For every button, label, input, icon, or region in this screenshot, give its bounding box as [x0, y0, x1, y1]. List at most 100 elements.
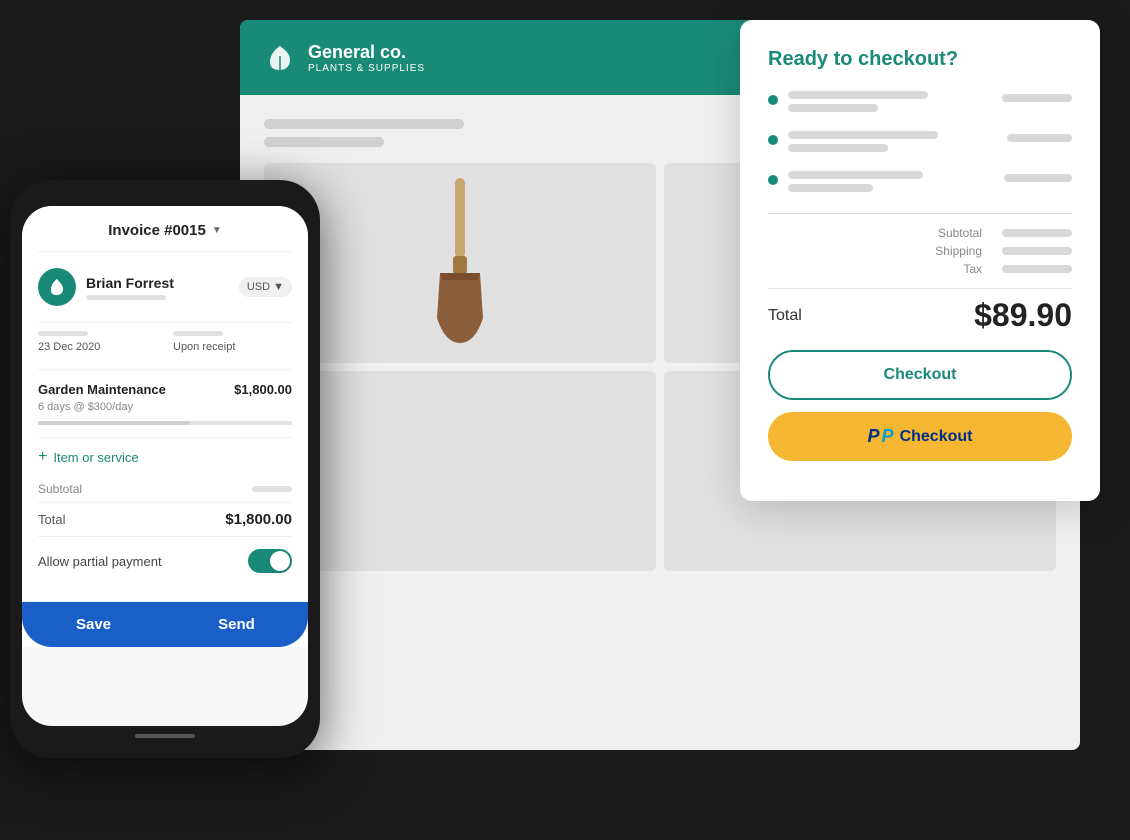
shipping-row: Shipping	[768, 244, 1072, 258]
client-info: Brian Forrest	[38, 268, 174, 306]
item-desc: 6 days @ $300/day	[38, 401, 292, 413]
home-indicator	[135, 734, 195, 738]
item-line-price-1	[1002, 94, 1072, 102]
item-progress-bar	[38, 421, 292, 425]
company-info: General co. PLANTS & SUPPLIES	[308, 42, 425, 74]
item-line-main-1	[788, 91, 928, 99]
item-row-2	[788, 131, 1072, 144]
tax-label: Tax	[963, 262, 982, 276]
invoice-header: Invoice #0015 ▼	[38, 222, 292, 252]
subtotal-invoice-bar	[252, 486, 292, 492]
subtotal-row: Subtotal	[768, 226, 1072, 240]
checkout-item-2	[768, 131, 1072, 157]
currency-label: USD	[247, 281, 270, 293]
product-cell-3	[264, 371, 656, 571]
item-lines-2	[788, 131, 1072, 157]
add-icon: +	[38, 448, 47, 466]
item-dot-3	[768, 175, 778, 185]
checkout-summary: Subtotal Shipping Tax	[768, 213, 1072, 276]
currency-badge[interactable]: USD ▼	[239, 277, 292, 297]
add-item-row[interactable]: + Item or service	[38, 437, 292, 476]
checkout-item-1	[768, 91, 1072, 117]
checkout-item-3	[768, 171, 1072, 197]
invoice-date: 23 Dec 2020	[38, 341, 157, 353]
invoice-screen: Invoice #0015 ▼ Brian Forrest	[22, 206, 308, 601]
phone-mockup: Invoice #0015 ▼ Brian Forrest	[10, 180, 320, 758]
checkout-modal: Ready to checkout?	[740, 20, 1100, 501]
content-line-2	[264, 137, 384, 147]
subtotal-invoice-label: Subtotal	[38, 482, 82, 496]
partial-payment-toggle[interactable]	[248, 549, 292, 573]
phone-notch-area	[22, 192, 308, 206]
checkout-title: Ready to checkout?	[768, 48, 1072, 71]
shipping-value	[1002, 247, 1072, 255]
item-line-sub-3	[788, 184, 873, 192]
payment-terms-field: Upon receipt	[173, 331, 292, 353]
paypal-checkout-button[interactable]: PP Checkout	[768, 412, 1072, 461]
invoice-title: Invoice #0015	[108, 222, 206, 239]
paypal-logo: PP	[868, 426, 894, 447]
total-amount: $89.90	[974, 297, 1072, 334]
tax-value	[1002, 265, 1072, 273]
total-invoice-row: Total $1,800.00	[38, 502, 292, 536]
total-invoice-amount: $1,800.00	[225, 511, 292, 528]
item-line-main-2	[788, 131, 938, 139]
company-subtitle: PLANTS & SUPPLIES	[308, 63, 425, 74]
item-progress-fill	[38, 421, 190, 425]
invoice-chevron-icon: ▼	[212, 225, 222, 236]
logo-icon	[264, 42, 296, 74]
toggle-thumb	[270, 551, 290, 571]
item-row-3	[788, 171, 1072, 184]
client-row: Brian Forrest USD ▼	[38, 268, 292, 306]
date-row: 23 Dec 2020 Upon receipt	[38, 322, 292, 353]
client-avatar	[38, 268, 76, 306]
shipping-label: Shipping	[935, 244, 982, 258]
partial-payment-label: Allow partial payment	[38, 554, 162, 569]
currency-chevron-icon: ▼	[273, 281, 284, 293]
date-label-bar	[38, 331, 88, 336]
avatar-leaf-icon	[47, 277, 67, 297]
paypal-p2: P	[882, 426, 894, 447]
paypal-p1: P	[868, 426, 880, 447]
item-row-1	[788, 91, 1072, 104]
item-line-price-3	[1004, 174, 1072, 182]
item-lines-1	[788, 91, 1072, 117]
total-label: Total	[768, 307, 802, 325]
shovel-image	[425, 178, 495, 348]
partial-payment-row: Allow partial payment	[38, 536, 292, 585]
content-line-1	[264, 119, 464, 129]
save-button[interactable]: Save	[22, 602, 165, 647]
date-field: 23 Dec 2020	[38, 331, 157, 353]
total-row: Total $89.90	[768, 288, 1072, 350]
subtotal-label: Subtotal	[938, 226, 982, 240]
payment-terms: Upon receipt	[173, 341, 292, 353]
item-name: Garden Maintenance	[38, 382, 166, 397]
tax-row: Tax	[768, 262, 1072, 276]
checkout-button[interactable]: Checkout	[768, 350, 1072, 400]
subtotal-invoice-row: Subtotal	[38, 476, 292, 502]
add-item-label: Item or service	[53, 450, 138, 465]
product-cell-shovel	[264, 163, 656, 363]
payment-label-bar	[173, 331, 223, 336]
item-line-main-3	[788, 171, 923, 179]
client-name: Brian Forrest	[86, 275, 174, 291]
item-line-sub-1	[788, 104, 878, 112]
item-dot-2	[768, 135, 778, 145]
item-top-row: Garden Maintenance $1,800.00	[38, 382, 292, 397]
checkout-items	[768, 91, 1072, 197]
phone-footer: Save Send	[22, 601, 308, 647]
item-line-sub-2	[788, 144, 888, 152]
phone-screen: Invoice #0015 ▼ Brian Forrest	[22, 206, 308, 726]
item-line-price-2	[1007, 134, 1072, 142]
paypal-label: Checkout	[900, 428, 973, 446]
client-bar	[86, 295, 166, 300]
total-invoice-label: Total	[38, 512, 65, 527]
phone-home-area	[22, 726, 308, 746]
item-lines-3	[788, 171, 1072, 197]
subtotal-value	[1002, 229, 1072, 237]
client-details: Brian Forrest	[86, 275, 174, 300]
item-dot-1	[768, 95, 778, 105]
send-button[interactable]: Send	[165, 602, 308, 647]
company-name: General co.	[308, 42, 425, 63]
item-row: Garden Maintenance $1,800.00 6 days @ $3…	[38, 369, 292, 437]
